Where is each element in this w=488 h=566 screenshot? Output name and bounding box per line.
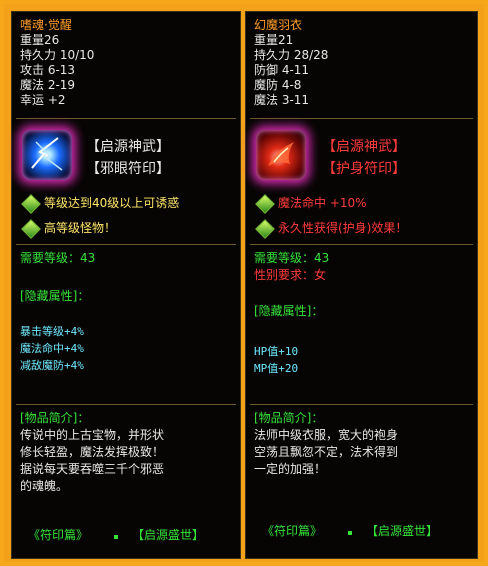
hidden-attr: 魔法命中+4% [20,342,84,355]
item-name: 幻魔羽衣 [254,18,303,32]
hidden-attr: 减敌魔防+4% [20,359,84,372]
diamond-bullet-icon [255,194,275,214]
intro-line: 法师中级衣服，宽大的袍身 [254,428,399,442]
stat-magic-defense: 魔防 4-8 [254,78,302,92]
stat-durability: 持久力 28/28 [254,48,329,62]
divider [16,118,236,119]
intro-line: 一定的加强！ [254,462,327,476]
hidden-attr: MP值+20 [254,362,299,375]
red-armor-icon [256,130,306,180]
divider [16,244,236,245]
footer-series: 《符印篇》 [28,528,89,542]
required-level: 需要等级：43 [20,251,96,265]
hidden-attr: HP值+10 [254,345,299,358]
intro-line: 的魂魄。 [20,479,69,493]
lightning-icon [31,137,63,171]
hidden-attr-header: [隐藏属性]： [254,304,324,318]
intro-header: [物品简介]： [254,411,324,425]
diamond-bullet-icon [21,194,41,214]
footer-series: 《符印篇》 [262,524,323,538]
tooltip-frame: 嗜魂·觉醒 重量26 持久力 10/10 攻击 6-13 魔法 2-19 幸运 … [4,4,484,562]
stat-luck: 幸运 +2 [20,93,66,107]
stat-weight: 重量21 [254,33,294,47]
intro-line: 修长轻盈，魔法发挥极致！ [20,445,165,459]
item-panel-left: 嗜魂·觉醒 重量26 持久力 10/10 攻击 6-13 魔法 2-19 幸运 … [11,11,241,559]
required-level: 需要等级：43 [254,251,330,265]
divider [16,404,236,405]
footer-brand: 【启源盛世】 [366,524,439,538]
intro-line: 据说每天要吞噬三千个邪恶 [20,462,165,476]
divider [250,118,473,119]
bullet-text: 高等级怪物！ [44,221,117,235]
diamond-bullet-icon [21,219,41,239]
footer-brand: 【启源盛世】 [132,528,205,542]
intro-header: [物品简介]： [20,411,90,425]
hidden-attr: 暴击等级+4% [20,325,84,338]
bullet-text: 魔法命中 +10% [278,196,367,210]
bullet-text: 永久性获得(护身)效果！ [278,221,408,235]
stat-attack: 攻击 6-13 [20,63,76,77]
gender-requirement: 性别要求：女 [254,268,327,282]
stat-defense: 防御 4-11 [254,63,310,77]
divider [250,244,473,245]
intro-line: 传说中的上古宝物，并形状 [20,428,165,442]
blue-orb-weapon-icon [22,130,72,180]
footer-separator [114,535,118,539]
tag-rune: 【邪眼符印】 [86,161,170,177]
hidden-attr-header: [隐藏属性]： [20,289,90,303]
diamond-bullet-icon [255,219,275,239]
footer-separator [348,531,352,535]
stat-weight: 重量26 [20,33,60,47]
intro-line: 空荡且飘忽不定，法术得到 [254,445,399,459]
divider [250,404,473,405]
stat-durability: 持久力 10/10 [20,48,95,62]
flame-icon [268,142,294,166]
tag-series: 【启源神武】 [86,139,170,155]
item-name: 嗜魂·觉醒 [20,18,72,32]
stat-magic: 魔法 2-19 [20,78,76,92]
stat-magic: 魔法 3-11 [254,93,310,107]
bullet-text: 等级达到40级以上可诱惑 [44,196,180,210]
item-panel-right: 幻魔羽衣 重量21 持久力 28/28 防御 4-11 魔防 4-8 魔法 3-… [245,11,478,559]
tag-rune: 【护身符印】 [322,161,406,177]
tag-series: 【启源神武】 [322,139,406,155]
